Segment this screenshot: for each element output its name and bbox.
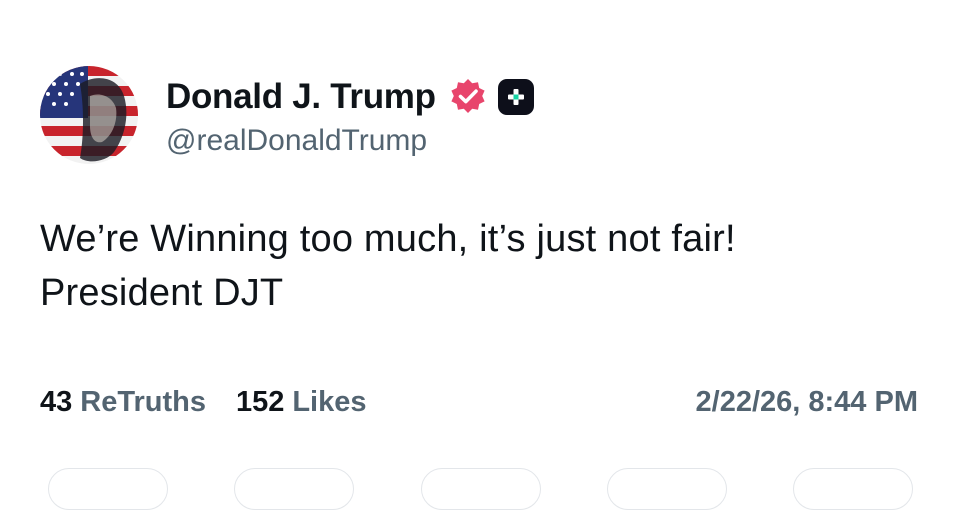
display-name[interactable]: Donald J. Trump	[166, 77, 436, 117]
truth-post: Donald J. Trump @realDonaldTrump We’re W…	[0, 0, 960, 510]
post-timestamp[interactable]: 2/22/26, 8:44 PM	[696, 386, 918, 419]
post-stats: 43 ReTruths 152 Likes	[40, 386, 367, 419]
plus-square-icon	[497, 79, 534, 115]
reply-button[interactable]	[48, 468, 168, 510]
post-line: We’re Winning too much, it’s just not fa…	[40, 218, 736, 260]
verified-badge-icon	[451, 79, 485, 113]
post-body: We’re Winning too much, it’s just not fa…	[40, 212, 736, 320]
post-line: President DJT	[40, 272, 284, 314]
author-identity: Donald J. Trump @realDonaldTrump	[166, 72, 534, 158]
action-bar	[0, 468, 960, 510]
likes-stat[interactable]: 152 Likes	[236, 386, 367, 419]
retruths-stat[interactable]: 43 ReTruths	[40, 386, 206, 419]
likes-count: 152	[235, 386, 285, 418]
retruths-count: 43	[40, 386, 73, 418]
name-row: Donald J. Trump	[166, 72, 534, 122]
retruths-label: ReTruths	[80, 386, 206, 418]
avatar[interactable]	[40, 66, 138, 164]
retruth-button[interactable]	[234, 468, 354, 510]
like-button[interactable]	[421, 468, 541, 510]
author-handle[interactable]: @realDonaldTrump	[166, 124, 534, 158]
share-button[interactable]	[607, 468, 727, 510]
post-header: Donald J. Trump @realDonaldTrump	[40, 66, 534, 164]
flag-portrait-avatar-icon	[40, 66, 138, 164]
likes-label: Likes	[292, 386, 367, 418]
more-button[interactable]	[793, 468, 913, 510]
